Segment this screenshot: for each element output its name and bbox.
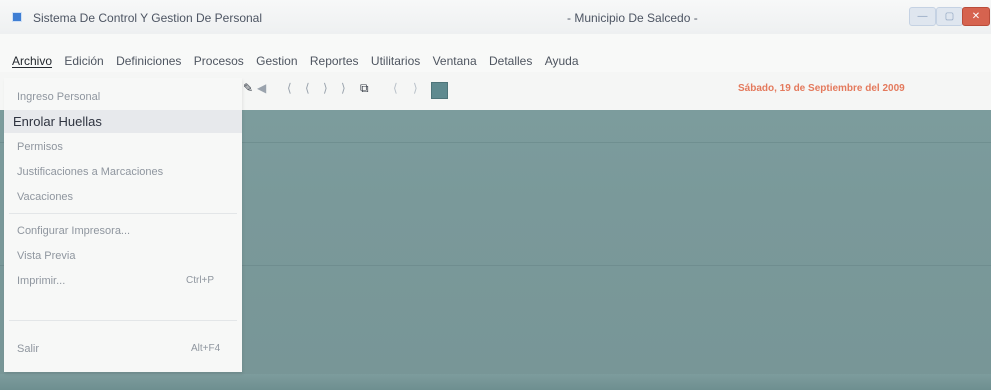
menu-item-enrolar-huellas[interactable]: Enrolar Huellas: [4, 110, 242, 133]
app-icon: [12, 12, 22, 22]
window-center-title: - Municipio De Salcedo -: [567, 11, 698, 25]
menu-item-configurar-impresora[interactable]: Configurar Impresora...: [17, 225, 130, 237]
window-title: Sistema De Control Y Gestion De Personal: [33, 11, 263, 25]
menu-item-salir[interactable]: Salir: [17, 343, 39, 355]
menu-gestion[interactable]: Gestion: [252, 54, 301, 68]
last-record-icon[interactable]: ⟩: [341, 81, 346, 95]
maximize-button[interactable]: ▢: [936, 7, 963, 26]
first-record-icon[interactable]: ⟨: [287, 81, 292, 95]
menu-item-ingreso-personal[interactable]: Ingreso Personal: [17, 91, 100, 103]
menu-ayuda[interactable]: Ayuda: [541, 54, 583, 68]
menu-item-vista-previa[interactable]: Vista Previa: [17, 250, 76, 262]
square-icon[interactable]: [431, 82, 448, 99]
imprimir-shortcut: Ctrl+P: [186, 275, 215, 286]
menu-item-imprimir[interactable]: Imprimir...: [17, 275, 65, 287]
tree-icon[interactable]: ⧉: [360, 81, 369, 96]
menu-bar: Archivo Edición Definiciones Procesos Ge…: [0, 34, 991, 72]
menu-separator: [9, 320, 237, 321]
menu-bar-items: Archivo Edición Definiciones Procesos Ge…: [8, 54, 584, 68]
menu-item-justificaciones[interactable]: Justificaciones a Marcaciones: [17, 166, 163, 178]
menu-separator: [9, 213, 237, 214]
menu-ventana[interactable]: Ventana: [429, 54, 481, 68]
close-button[interactable]: ✕: [962, 7, 990, 26]
title-bar[interactable]: Sistema De Control Y Gestion De Personal…: [0, 0, 991, 34]
minimize-button[interactable]: —: [909, 7, 936, 26]
menu-archivo[interactable]: Archivo: [8, 54, 56, 68]
date-label: Sábado, 19 de Septiembre del 2009: [738, 83, 905, 94]
pencil-icon[interactable]: ✎: [243, 81, 253, 95]
menu-item-permisos[interactable]: Permisos: [17, 141, 63, 153]
status-strip: [0, 374, 991, 390]
forward-icon[interactable]: ⟩: [413, 81, 418, 95]
speaker-icon[interactable]: ◀: [257, 81, 266, 95]
menu-edicion[interactable]: Edición: [60, 54, 107, 68]
menu-reportes[interactable]: Reportes: [306, 54, 363, 68]
back-icon[interactable]: ⟨: [393, 81, 398, 95]
menu-definiciones[interactable]: Definiciones: [112, 54, 185, 68]
menu-utilitarios[interactable]: Utilitarios: [367, 54, 424, 68]
next-record-icon[interactable]: ⟩: [323, 81, 328, 95]
menu-procesos[interactable]: Procesos: [190, 54, 248, 68]
archivo-dropdown-menu: Ingreso Personal Enrolar Huellas Permiso…: [4, 78, 242, 372]
menu-detalles[interactable]: Detalles: [485, 54, 536, 68]
salir-shortcut: Alt+F4: [191, 343, 221, 354]
application-window: Sistema De Control Y Gestion De Personal…: [0, 0, 991, 390]
previous-record-icon[interactable]: ⟨: [305, 81, 310, 95]
menu-item-vacaciones[interactable]: Vacaciones: [17, 191, 73, 203]
